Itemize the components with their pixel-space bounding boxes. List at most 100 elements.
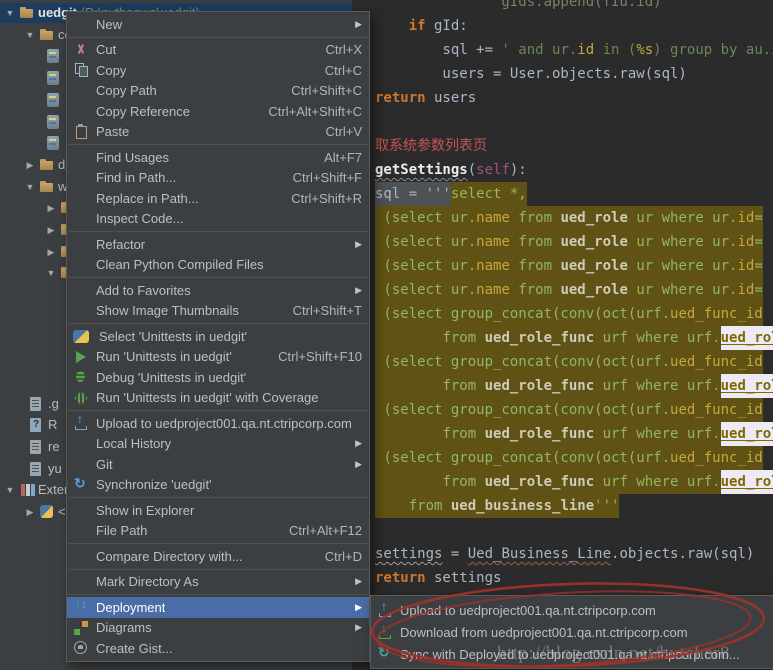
submenu-arrow-icon: ▶ <box>355 239 362 250</box>
code-line: getSettings(self): <box>375 158 773 182</box>
menu-item-deployment[interactable]: Deployment▶ <box>67 597 369 618</box>
download-icon <box>377 624 393 640</box>
python-icon <box>73 330 89 343</box>
menu-item-inspect-code[interactable]: Inspect Code... <box>67 209 369 230</box>
blank-icon <box>73 257 89 273</box>
menu-item-new[interactable]: New▶ <box>67 14 369 35</box>
code-line: 取系统参数列表页 <box>375 134 773 158</box>
chevron-right-icon[interactable]: ▶ <box>24 155 36 175</box>
menu-item-label: Paste <box>96 124 129 139</box>
code-line: (select group_concat(conv(oct(urf.ued_fu… <box>375 446 773 470</box>
menu-item-label: Deployment <box>96 600 165 615</box>
editor-area[interactable]: gIds.append(fIu.id) if gId: sql += ' and… <box>352 0 773 670</box>
chevron-right-icon[interactable]: ▶ <box>24 502 36 522</box>
menu-item-label: Create Gist... <box>96 641 173 656</box>
menu-item-copy[interactable]: CopyCtrl+C <box>67 60 369 81</box>
menu-item-copy-reference[interactable]: Copy ReferenceCtrl+Alt+Shift+C <box>67 101 369 122</box>
menu-item-synchronize-uedgit[interactable]: Synchronize 'uedgit' <box>67 475 369 496</box>
coverage-icon <box>73 390 89 406</box>
menu-item-diagrams[interactable]: Diagrams▶ <box>67 618 369 639</box>
menu-item-refactor[interactable]: Refactor▶ <box>67 234 369 255</box>
gist-icon <box>73 640 89 656</box>
blank-icon <box>73 303 89 319</box>
menu-item-debug-unittests-in-uedgit[interactable]: Debug 'Unittests in uedgit' <box>67 367 369 388</box>
menu-item-file-path[interactable]: File PathCtrl+Alt+F12 <box>67 521 369 542</box>
chevron-down-icon[interactable]: ▼ <box>4 3 16 23</box>
menu-item-label: Run 'Unittests in uedgit' <box>96 349 232 364</box>
menu-item-git[interactable]: Git▶ <box>67 454 369 475</box>
chevron-right-icon[interactable]: ▶ <box>45 242 57 262</box>
submenu-item-sync-with-deployed-to-uedproject001-qa-nt-ctripcorp-com[interactable]: Sync with Deployed to uedproject001.qa.n… <box>371 643 773 665</box>
menu-item-run-unittests-in-uedgit[interactable]: Run 'Unittests in uedgit' Ctrl+Shift+F10 <box>67 347 369 368</box>
menu-item-label: Clean Python Compiled Files <box>96 257 264 272</box>
chevron-down-icon[interactable]: ▼ <box>24 25 36 45</box>
menu-item-label: File Path <box>96 523 147 538</box>
blank-icon <box>73 282 89 298</box>
submenu-arrow-icon: ▶ <box>355 438 362 449</box>
submenu-arrow-icon: ▶ <box>355 19 362 30</box>
code-line: (select ur.name from ued_role ur where u… <box>375 230 773 254</box>
menu-item-label: Inspect Code... <box>96 211 183 226</box>
menu-item-label: Mark Directory As <box>96 574 199 589</box>
blank-icon <box>73 211 89 227</box>
blank-icon <box>73 456 89 472</box>
menu-item-add-to-favorites[interactable]: Add to Favorites▶ <box>67 280 369 301</box>
folder-icon <box>20 8 34 20</box>
menu-item-copy-path[interactable]: Copy PathCtrl+Shift+C <box>67 81 369 102</box>
submenu-item-upload-to-uedproject001-qa-nt-ctripcorp-com[interactable]: Upload to uedproject001.qa.nt.ctripcorp.… <box>371 599 773 621</box>
menu-separator <box>68 569 368 570</box>
menu-item-label: Find in Path... <box>96 170 176 185</box>
menu-separator <box>68 594 368 595</box>
chevron-down-icon[interactable]: ▼ <box>4 480 16 500</box>
menu-item-label: Download from uedproject001.qa.nt.ctripc… <box>400 625 688 640</box>
menu-item-find-usages[interactable]: Find Usages Alt+F7 <box>67 147 369 168</box>
menu-item-label: Git <box>96 457 113 472</box>
menu-shortcut: Ctrl+Shift+F10 <box>278 349 362 364</box>
menu-shortcut: Ctrl+Shift+R <box>291 191 362 206</box>
sync-icon <box>73 477 89 493</box>
pyfile-icon <box>47 93 59 107</box>
menu-item-show-image-thumbnails[interactable]: Show Image ThumbnailsCtrl+Shift+T <box>67 301 369 322</box>
file-icon <box>30 462 41 476</box>
submenu-arrow-icon: ▶ <box>355 576 362 587</box>
blank-icon <box>73 548 89 564</box>
menu-separator <box>68 231 368 232</box>
code-line: settings = Ued_Business_Line.objects.raw… <box>375 542 773 566</box>
menu-item-show-in-explorer[interactable]: Show in Explorer <box>67 500 369 521</box>
menu-item-compare-directory-with[interactable]: Compare Directory with...Ctrl+D <box>67 546 369 567</box>
code-line: (select ur.name from ued_role ur where u… <box>375 254 773 278</box>
menu-item-local-history[interactable]: Local History▶ <box>67 434 369 455</box>
tree-row-label: Exter <box>38 480 68 500</box>
upload-icon <box>377 602 393 618</box>
code-line <box>375 110 773 134</box>
menu-item-replace-in-path[interactable]: Replace in Path...Ctrl+Shift+R <box>67 188 369 209</box>
menu-item-label: Copy Path <box>96 83 157 98</box>
menu-item-label: Find Usages <box>96 150 169 165</box>
menu-item-run-unittests-in-uedgit-with-coverage[interactable]: Run 'Unittests in uedgit' with Coverage <box>67 388 369 409</box>
menu-item-select-unittests-in-uedgit[interactable]: Select 'Unittests in uedgit' <box>67 326 369 347</box>
code-line: from ued_role_func urf where urf.ued_rol… <box>375 470 773 494</box>
menu-item-label: Debug 'Unittests in uedgit' <box>96 370 246 385</box>
submenu-item-download-from-uedproject001-qa-nt-ctripcorp-com[interactable]: Download from uedproject001.qa.nt.ctripc… <box>371 621 773 643</box>
file-icon <box>30 397 41 411</box>
file-icon <box>30 440 41 454</box>
menu-item-create-gist[interactable]: Create Gist... <box>67 638 369 659</box>
menu-item-find-in-path[interactable]: Find in Path...Ctrl+Shift+F <box>67 168 369 189</box>
menu-separator <box>68 323 368 324</box>
chevron-right-icon[interactable]: ▶ <box>45 198 57 218</box>
menu-shortcut: Alt+F7 <box>324 150 362 165</box>
chevron-right-icon[interactable]: ▶ <box>45 220 57 240</box>
menu-item-clean-python-compiled-files[interactable]: Clean Python Compiled Files <box>67 255 369 276</box>
code-area: gIds.append(fIu.id) if gId: sql += ' and… <box>375 0 773 590</box>
code-line: sql += ' and ur.id in (%s) group by au.i… <box>375 38 773 62</box>
menu-item-mark-directory-as[interactable]: Mark Directory As ▶ <box>67 572 369 593</box>
blank-icon <box>73 190 89 206</box>
menu-separator <box>68 497 368 498</box>
menu-item-paste[interactable]: PasteCtrl+V <box>67 122 369 143</box>
menu-separator <box>68 37 368 38</box>
menu-item-cut[interactable]: CutCtrl+X <box>67 40 369 61</box>
menu-item-upload-to-uedproject001-qa-nt-ctripcorp-com[interactable]: Upload to uedproject001.qa.nt.ctripcorp.… <box>67 413 369 434</box>
tree-row-label: d <box>58 155 65 175</box>
chevron-down-icon[interactable]: ▼ <box>45 263 57 283</box>
chevron-down-icon[interactable]: ▼ <box>24 177 36 197</box>
